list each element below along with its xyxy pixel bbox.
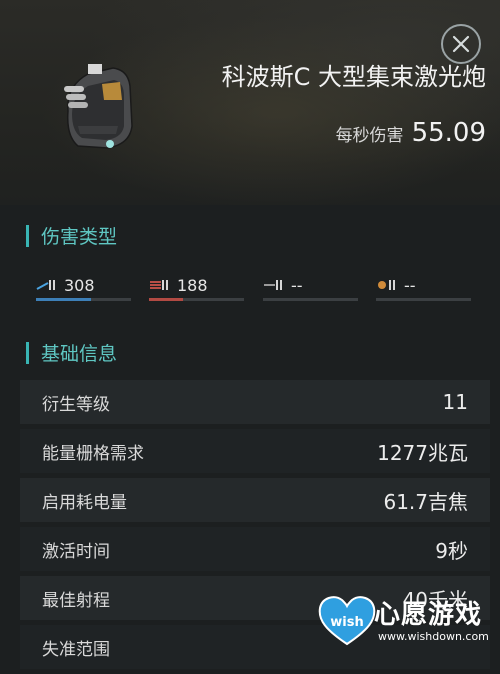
thermal-damage-icon: [150, 280, 168, 290]
info-label: 启用耗电量: [42, 492, 127, 513]
damage-type-em: 308: [36, 272, 131, 306]
info-value: 11: [442, 390, 468, 414]
info-row-powergrid: 能量栅格需求 1277兆瓦: [20, 429, 490, 473]
info-value: 61.7吉焦: [383, 489, 468, 514]
kinetic-damage-icon: [264, 280, 282, 290]
em-damage-icon: [36, 280, 55, 290]
watermark: wish 心愿游戏 www.wishdown.com: [316, 590, 496, 652]
basic-section-header: 基础信息: [26, 339, 117, 366]
dps-label: 每秒伤害: [335, 126, 404, 146]
basic-section-title: 基础信息: [41, 343, 118, 365]
item-title: 科波斯C 大型集束激光炮: [221, 63, 486, 91]
dps-value: 55.09: [411, 118, 486, 148]
section-accent-bar: [26, 224, 29, 247]
item-header: 科波斯C 大型集束激光炮 每秒伤害 55.09: [0, 0, 500, 205]
explosive-damage-bar: [376, 298, 471, 301]
info-value: 1277兆瓦: [377, 440, 468, 465]
explosive-damage-value: --: [404, 275, 416, 295]
damage-section-title: 伤害类型: [41, 226, 118, 248]
info-label: 衍生等级: [42, 394, 110, 415]
damage-section-header: 伤害类型: [26, 222, 117, 249]
explosive-damage-icon: [378, 280, 395, 290]
section-accent-bar: [26, 341, 29, 364]
damage-types: 308 188 -- --: [36, 272, 476, 312]
info-row-activation-time: 激活时间 9秒: [20, 527, 490, 571]
kinetic-damage-bar: [263, 298, 358, 301]
info-label: 激活时间: [42, 541, 110, 562]
info-label: 能量栅格需求: [42, 443, 144, 464]
watermark-url: www.wishdown.com: [378, 630, 489, 643]
info-value: 9秒: [435, 538, 468, 563]
em-damage-bar: [36, 298, 131, 301]
watermark-title: 心愿游戏: [374, 600, 483, 630]
em-damage-fill: [36, 298, 92, 301]
damage-type-thermal: 188: [149, 272, 244, 306]
thermal-damage-fill: [149, 298, 184, 301]
laser-turret-icon: [64, 64, 133, 149]
thermal-damage-bar: [149, 298, 244, 301]
info-row-derivation-level: 衍生等级 11: [20, 380, 490, 424]
info-row-activation-cost: 启用耗电量 61.7吉焦: [20, 478, 490, 522]
em-damage-value: 308: [64, 275, 95, 295]
thermal-damage-value: 188: [177, 275, 208, 295]
heart-logo-icon: wish: [318, 596, 376, 646]
close-button[interactable]: [441, 24, 481, 64]
watermark-badge: wish: [330, 615, 363, 630]
dps-readout: 每秒伤害 55.09: [336, 118, 486, 148]
info-label: 最佳射程: [42, 590, 110, 611]
close-icon: [452, 35, 470, 53]
damage-type-explosive: --: [376, 272, 471, 306]
damage-type-kinetic: --: [263, 272, 358, 306]
kinetic-damage-value: --: [291, 275, 303, 295]
